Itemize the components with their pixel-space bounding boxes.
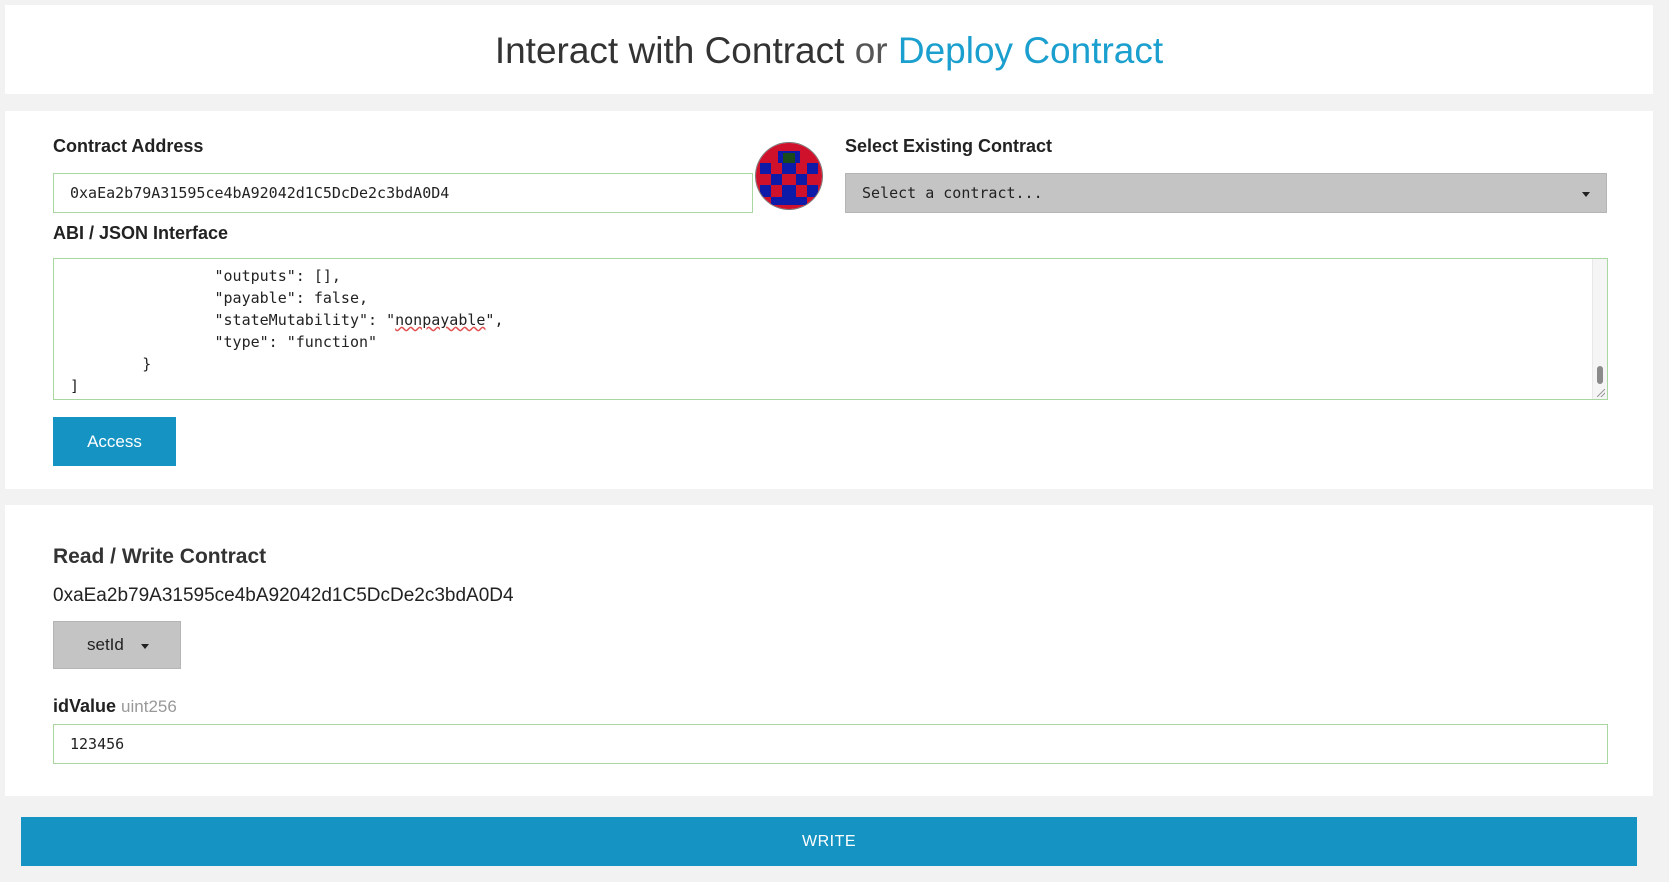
read-write-title: Read / Write Contract [53,545,267,568]
title-interact: Interact with Contract [494,30,845,71]
abi-scrollbar-thumb[interactable] [1597,366,1603,384]
contract-address-display: 0xaEa2b79A31595ce4bA92042d1C5DcDe2c3bdA0… [53,585,514,606]
chevron-down-icon [1582,192,1590,197]
select-contract-label: Select Existing Contract [845,136,1053,156]
abi-label: ABI / JSON Interface [53,223,229,243]
abi-content: "outputs": [], "payable": false, "stateM… [70,265,503,397]
param-type: uint256 [121,697,177,716]
spellcheck-word: nonpayable [395,311,486,329]
abi-scrollbar[interactable] [1592,259,1607,399]
access-panel: Contract Address Select Existing Contrac… [5,111,1653,489]
abi-line: } [70,355,152,373]
select-contract-value: Select a contract... [862,184,1043,202]
chevron-down-icon [141,644,149,649]
abi-line: "outputs": [], [70,267,341,285]
write-button[interactable]: WRITE [21,817,1637,866]
function-select-value: setId [87,635,124,654]
title-or: or [854,30,888,71]
param-name: idValue [53,696,117,716]
access-button[interactable]: Access [53,417,176,466]
select-contract-dropdown[interactable]: Select a contract... [845,173,1607,213]
resize-grip-icon[interactable] [1597,389,1605,397]
param-label: idValue uint256 [53,696,177,717]
abi-line: ] [70,377,80,395]
contract-address-label: Contract Address [53,136,204,156]
identicon-avatar [756,143,822,209]
header-panel: Interact with Contract or Deploy Contrac… [5,5,1653,94]
read-write-panel: Read / Write Contract 0xaEa2b79A31595ce4… [5,505,1653,796]
page-title: Interact with Contract or Deploy Contrac… [5,29,1653,73]
abi-textarea[interactable]: "outputs": [], "payable": false, "stateM… [53,258,1608,400]
abi-line-state-mutability: "stateMutability": "nonpayable", [70,311,504,329]
deploy-contract-link[interactable]: Deploy Contract [898,30,1163,71]
contract-address-input[interactable] [53,173,753,213]
abi-line: "type": "function" [70,333,378,351]
abi-line: "payable": false, [70,289,369,307]
id-value-input[interactable] [53,724,1608,764]
function-select-dropdown[interactable]: setId [53,621,181,669]
